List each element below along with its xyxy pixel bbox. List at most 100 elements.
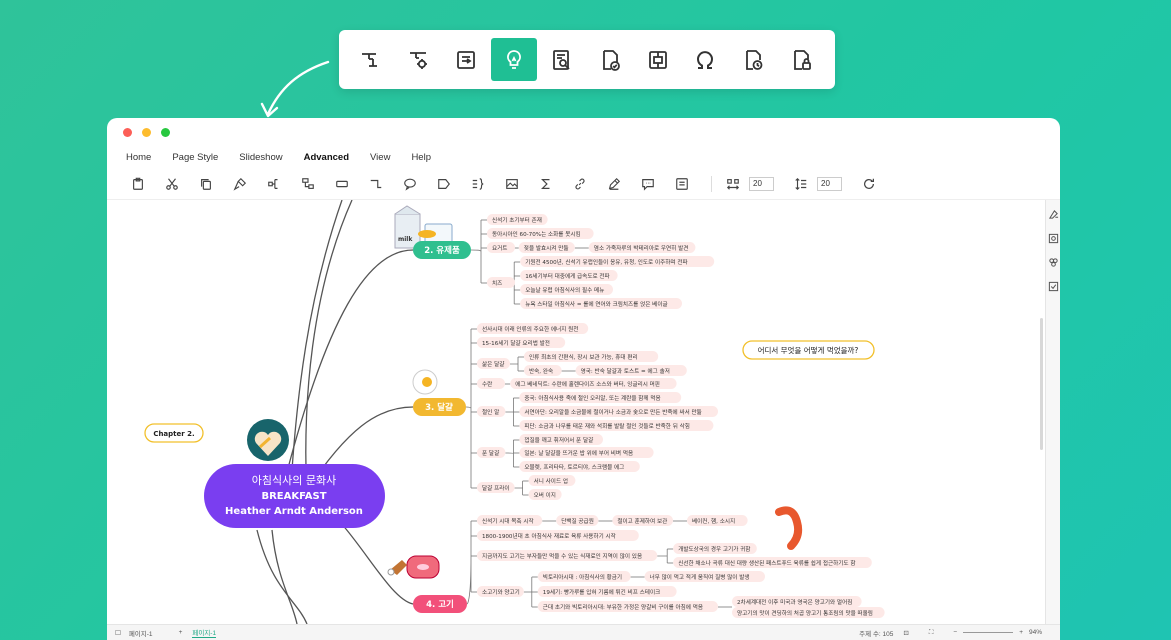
subtopic-icon[interactable]: [261, 174, 286, 194]
branch-meat[interactable]: 4. 고기: [413, 595, 467, 613]
egg-item-6[interactable]: 달걀 프라이: [482, 484, 510, 492]
dairy-cheese-0[interactable]: 기원전 4500년, 신석기 유럽인들이 응유, 유청, 인도로 이주하며 전파: [525, 258, 687, 266]
menu-home[interactable]: Home: [126, 152, 151, 163]
meat-beef-5[interactable]: 양고기의 맛이 견딩하의 처곱 양고기 통조림의 맛을 떠올림: [737, 609, 873, 617]
egg-pickled-1[interactable]: 서연아단: 오리알을 소금물에 절이거나 소금과 숯으로 만든 반죽에 싸서 만…: [524, 408, 701, 416]
egg-boiled-2[interactable]: 영국: 반숙 달걀과 토스트 = 에그 솔저: [581, 367, 670, 375]
map-settings-icon[interactable]: [1048, 231, 1059, 244]
zoom-in-button[interactable]: +: [1019, 629, 1023, 636]
meat-item-3[interactable]: 소고기와 양고기: [482, 588, 520, 596]
meat-first-1[interactable]: 절이고 훈제하여 보관: [617, 517, 667, 525]
menu-slideshow[interactable]: Slideshow: [239, 152, 282, 163]
cut-icon[interactable]: [159, 174, 184, 194]
reset-refresh-icon[interactable]: [856, 174, 881, 194]
egg-poached-0[interactable]: 에그 베네딕트: 수란에 홀렌다이즈 소스와 버터, 잉글리시 머핀: [515, 380, 660, 388]
dairy-item-2[interactable]: 요거트: [492, 244, 507, 252]
meat-third-0[interactable]: 개발도상국의 경우 고기가 귀함: [678, 545, 750, 553]
menu-help[interactable]: Help: [411, 152, 431, 163]
close-window-button[interactable]: [123, 127, 132, 137]
meat-third-1[interactable]: 신선한 채소나 곡류 대신 대량 생산된 패스트푸드 육류를 쉽게 접근하기도 …: [678, 559, 855, 567]
meat-first-0[interactable]: 단백질 공급원: [561, 517, 594, 525]
dairy-item-0[interactable]: 신석기 초기부터 존재: [492, 216, 542, 224]
summary-brace-icon[interactable]: [465, 174, 490, 194]
dairy-yogurt-1[interactable]: 염소 가죽자루의 박테리아로 우연히 발견: [594, 244, 689, 252]
menu-view[interactable]: View: [370, 152, 390, 163]
egg-scrambled-0[interactable]: 껍질을 깨고 휘저어서 푼 달걀: [524, 436, 593, 444]
fit-page-icon[interactable]: ⊡: [903, 629, 908, 637]
dairy-yogurt-0[interactable]: 젖을 발효시켜 만듦: [524, 244, 569, 252]
connector-icon[interactable]: [363, 174, 388, 194]
vertical-scrollbar[interactable]: [1040, 318, 1043, 450]
meat-item-0[interactable]: 신석기 시대 목축 시작: [482, 517, 534, 525]
meat-item-2[interactable]: 지금까지도 고기는 부자들만 먹을 수 있는 식재료인 지역이 많이 있음: [482, 552, 642, 560]
lock-document-icon[interactable]: [778, 38, 824, 81]
label-tag-icon[interactable]: [431, 174, 456, 194]
meat-item-1[interactable]: 1800-1900년대 초 아침식사 재료로 육류 사용하기 시작: [482, 532, 616, 540]
menu-page-style[interactable]: Page Style: [172, 152, 218, 163]
egg-boiled-1[interactable]: 반숙, 완숙: [529, 367, 553, 375]
meat-beef-2[interactable]: 19세기: 빵가루를 입혀 기름에 튀긴 비프 스테이크: [543, 588, 660, 596]
dairy-cheese-3[interactable]: 뉴욕 스타일 아침식사 = 롤에 연어와 크림치즈를 얹은 베이글: [525, 300, 667, 308]
egg-item-0[interactable]: 선사시대 이래 인류의 주요한 에너지 원천: [482, 325, 578, 333]
egg-item-4[interactable]: 절인 알: [482, 408, 499, 416]
meat-beef-4[interactable]: 2차세계대전 이후 미국과 영국은 양고기와 멀어짐: [737, 598, 852, 606]
theme-clover-icon[interactable]: [1048, 255, 1059, 267]
vertical-spacing-input[interactable]: 20: [817, 176, 842, 191]
egg-pickled-2[interactable]: 피단: 소금과 나무를 태운 재와 석회를 발랄 절인 것들로 반죽한 뒤 삭힘: [524, 422, 690, 430]
branch-dairy[interactable]: 2. 유제품: [413, 241, 471, 259]
egg-scrambled-1[interactable]: 일본: 날 달걀을 뜨거운 밥 위에 부어 비벼 먹음: [524, 449, 633, 457]
style-paint-icon[interactable]: [1048, 207, 1059, 219]
page-selector[interactable]: 페이지-1: [129, 628, 153, 638]
format-painter-icon[interactable]: [227, 174, 252, 194]
topic-settings-icon[interactable]: [396, 38, 442, 81]
egg-boiled-0[interactable]: 인류 최초의 간편식, 장시 보관 가능, 휴대 편리: [529, 353, 638, 361]
dairy-item-3[interactable]: 치즈: [492, 279, 502, 287]
meat-beef-1[interactable]: 너무 많이 먹고 적게 움직여 질병 많이 발생: [650, 573, 750, 581]
hyperlink-icon[interactable]: [567, 174, 592, 194]
egg-item-3[interactable]: 수란: [482, 381, 492, 388]
zoom-out-button[interactable]: −: [953, 629, 957, 636]
copy-icon[interactable]: [193, 174, 218, 194]
menu-advanced[interactable]: Advanced: [304, 152, 349, 163]
formula-sigma-icon[interactable]: [533, 174, 558, 194]
dairy-cheese-1[interactable]: 16세기부터 대중에게 급속도로 전파: [525, 272, 610, 280]
history-icon[interactable]: [730, 38, 776, 81]
comment-icon[interactable]: [635, 174, 660, 194]
clipboard-icon[interactable]: [125, 174, 150, 194]
meat-beef-0[interactable]: 빅토리아시대 : 아침식사의 황금기: [543, 573, 622, 581]
pen-draw-icon[interactable]: [601, 174, 626, 194]
insert-relationship-icon[interactable]: [444, 38, 490, 81]
egg-fried-0[interactable]: 서니 사이드 업: [534, 477, 568, 485]
egg-item-5[interactable]: 푼 달걀: [482, 449, 499, 457]
maximize-window-button[interactable]: [161, 127, 170, 137]
spell-check-icon[interactable]: [587, 38, 633, 81]
note-icon[interactable]: [669, 174, 694, 194]
egg-pickled-0[interactable]: 중국: 아침식사용 죽에 절인 오리알, 또는 계란을 함께 먹음: [524, 394, 660, 402]
idea-bulb-icon[interactable]: [491, 38, 538, 81]
central-topic[interactable]: 아침식사의 문화사 BREAKFAST Heather Arndt Anders…: [204, 464, 385, 528]
branch-egg[interactable]: 3. 달걀: [413, 398, 466, 416]
shape-rectangle-icon[interactable]: [329, 174, 354, 194]
zoom-slider[interactable]: [963, 632, 1014, 633]
page-tab[interactable]: 페이지-1: [192, 627, 217, 638]
floating-topic-icon[interactable]: [295, 174, 320, 194]
minimize-window-button[interactable]: [142, 127, 151, 137]
add-page-button[interactable]: +: [179, 629, 183, 636]
meat-first-2[interactable]: 베이컨, 햄, 소시지: [692, 517, 735, 525]
egg-scrambled-2[interactable]: 오믈렛, 프리타타, 토르티야, 스크램블 에그: [524, 463, 624, 471]
fullscreen-icon[interactable]: ⛶: [929, 629, 934, 637]
image-icon[interactable]: [499, 174, 524, 194]
topic-structure-icon[interactable]: [348, 38, 394, 81]
egg-item-1[interactable]: 15-16세기 달걀 요리법 발전: [482, 339, 550, 347]
page-list-icon[interactable]: ☐: [115, 629, 121, 637]
callout-icon[interactable]: [397, 174, 422, 194]
symbol-omega-icon[interactable]: [683, 38, 729, 81]
dairy-cheese-2[interactable]: 오늘날 유럽 아침식사의 필수 메뉴: [525, 286, 604, 294]
dairy-item-1[interactable]: 동아시아인 60-70%는 소화를 못시킴: [492, 230, 581, 238]
horizontal-spacing-input[interactable]: 20: [749, 176, 774, 191]
meat-beef-3[interactable]: 근대 초기와 빅토리아시대: 부유한 가정은 양갈비 구이를 아침에 먹음: [543, 603, 703, 611]
task-checklist-icon[interactable]: [1048, 279, 1059, 292]
mindmap-canvas[interactable]: Chapter 2. 어디서 무엇을 어떻게 먹었을까? 아침식사의 문화사 B…: [107, 200, 1045, 624]
find-replace-icon[interactable]: [539, 38, 585, 81]
egg-item-2[interactable]: 삶은 달걀: [482, 360, 504, 368]
